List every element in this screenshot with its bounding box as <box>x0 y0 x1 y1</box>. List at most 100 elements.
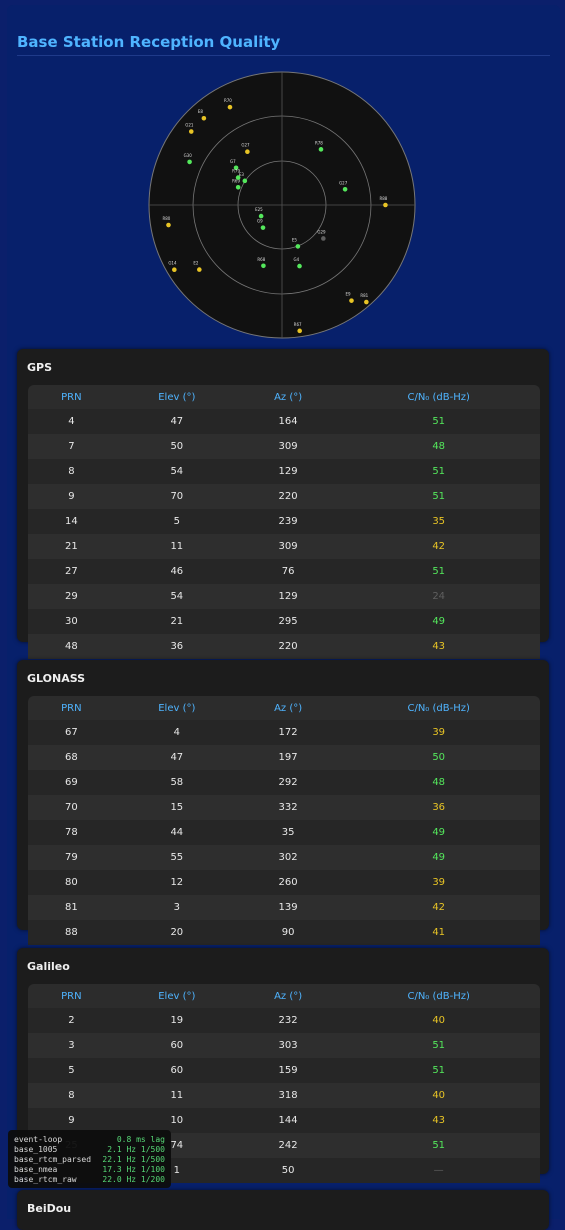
satellite-label: R70 <box>224 98 232 103</box>
satellite-dot <box>297 263 302 269</box>
satellite-label: G27 <box>339 180 348 185</box>
elev-cell: 36 <box>170 641 184 652</box>
elev-cell: 47 <box>170 752 184 763</box>
col-elev: Elev (°) <box>114 696 239 720</box>
satellite-dot <box>297 328 302 334</box>
satellite-label: G14 <box>168 261 177 266</box>
table-row: 68 47 197 50 <box>28 745 540 770</box>
table-row: 8 54 129 51 <box>28 459 540 484</box>
cn0-cell: 43 <box>432 1115 446 1126</box>
prn-cell: 4 <box>68 416 75 427</box>
satellite-dot <box>258 213 264 219</box>
glonass-table: PRN Elev (°) Az (°) C/N₀ (dB-Hz) 67 4 172 3… <box>28 696 540 945</box>
stat-value: 0.8 ms lag <box>116 1135 165 1144</box>
satellite-label: E8 <box>198 109 204 114</box>
elev-cell: 3 <box>173 902 180 913</box>
prn-cell: 9 <box>68 491 75 502</box>
az-cell: 303 <box>278 1040 298 1051</box>
az-cell: 220 <box>278 491 298 502</box>
prn-cell: 79 <box>65 852 78 863</box>
cn0-cell: 51 <box>432 1140 446 1151</box>
satellite-dot <box>260 225 266 230</box>
az-cell: 332 <box>278 802 298 813</box>
cn0-cell: 24 <box>432 591 446 602</box>
elev-cell: 21 <box>170 616 184 627</box>
cn0-cell: 48 <box>432 777 446 788</box>
cn0-cell: 49 <box>432 852 446 863</box>
az-cell: 35 <box>281 827 295 838</box>
stat-row: base_rtcm_parsed 22.1 Hz 1/500 <box>14 1155 165 1165</box>
elev-cell: 46 <box>170 566 184 577</box>
az-cell: 232 <box>278 1015 298 1026</box>
col-prn: PRN <box>28 984 115 1008</box>
prn-cell: 48 <box>65 641 78 652</box>
col-prn: PRN <box>28 696 115 720</box>
satellite-dot <box>201 115 207 121</box>
beidou-card: BeiDou <box>17 1190 549 1230</box>
cn0-cell: 49 <box>432 616 446 627</box>
stat-name: event-loop <box>14 1135 63 1144</box>
col-az: Az (°) <box>238 984 338 1008</box>
glonass-title: GLONASS <box>27 672 86 685</box>
az-cell: 309 <box>278 441 298 452</box>
satellite-label: R80 <box>162 216 170 221</box>
satellite-label: R88 <box>379 196 387 201</box>
col-elev: Elev (°) <box>114 984 239 1008</box>
table-row: 21 11 309 42 <box>28 534 540 559</box>
prn-cell: 5 <box>68 1065 75 1076</box>
cn0-cell: 40 <box>432 1015 446 1026</box>
col-elev: Elev (°) <box>114 385 239 409</box>
satellite-label: R81 <box>360 293 368 298</box>
elev-cell: 11 <box>170 1090 184 1101</box>
prn-cell: 7 <box>68 441 75 452</box>
gps-title: GPS <box>27 361 53 374</box>
satellite-label: G4 <box>294 257 300 262</box>
satellite-dot <box>235 184 241 190</box>
table-row: 9 70 220 51 <box>28 484 540 509</box>
cn0-cell: 39 <box>432 727 446 738</box>
satellite-dot <box>245 149 250 155</box>
az-cell: 309 <box>278 541 298 552</box>
satellite-dot <box>172 267 177 272</box>
table-row: 79 55 302 49 <box>28 845 540 870</box>
az-cell: 139 <box>278 902 298 913</box>
az-cell: 172 <box>278 727 298 738</box>
table-row: 2 19 232 40 <box>28 1008 540 1033</box>
az-cell: 295 <box>278 616 298 627</box>
main-panel: Base Station Reception Quality G27 G7 G29 G… <box>7 5 560 1230</box>
cn0-cell: 50 <box>432 752 446 763</box>
satellite-dot <box>295 244 301 249</box>
col-prn: PRN <box>28 385 115 409</box>
satellite-label: G29 <box>317 229 326 234</box>
table-row: 78 44 35 49 <box>28 820 540 845</box>
prn-cell: 2 <box>68 1015 75 1026</box>
cn0-cell: 49 <box>432 827 446 838</box>
table-row: 30 21 295 49 <box>28 609 540 634</box>
col-cn0: C/N₀ (dB-Hz) <box>337 984 540 1008</box>
az-cell: 164 <box>278 416 298 427</box>
satellite-label: G30 <box>184 153 193 158</box>
az-cell: 76 <box>281 566 295 577</box>
az-cell: 318 <box>278 1090 298 1101</box>
galileo-title: Galileo <box>27 960 70 973</box>
satellite-dot <box>261 263 266 269</box>
prn-cell: 29 <box>65 591 78 602</box>
cn0-cell: 51 <box>432 416 446 427</box>
perf-stats-overlay: event-loop 0.8 ms lag base_1005 2.1 Hz 1/50… <box>8 1130 171 1188</box>
cn0-cell: 51 <box>432 466 446 477</box>
elev-cell: 54 <box>170 591 184 602</box>
stat-name: base_rtcm_raw <box>14 1175 77 1184</box>
satellite-dot <box>227 104 233 110</box>
cn0-cell: 41 <box>432 927 446 938</box>
prn-cell: 30 <box>65 616 78 627</box>
col-az: Az (°) <box>238 696 338 720</box>
skyplot: G27G7G29G9G14G21G30G27G4R67R68R69R70R78R… <box>148 71 416 339</box>
satellite-dot <box>197 267 202 272</box>
az-cell: 197 <box>278 752 298 763</box>
cn0-cell: 36 <box>432 802 446 813</box>
az-cell: 292 <box>278 777 298 788</box>
satellite-label: E3 <box>239 172 245 177</box>
prn-cell: 88 <box>65 927 78 938</box>
cn0-cell: 51 <box>432 491 446 502</box>
elev-cell: 54 <box>170 466 184 477</box>
